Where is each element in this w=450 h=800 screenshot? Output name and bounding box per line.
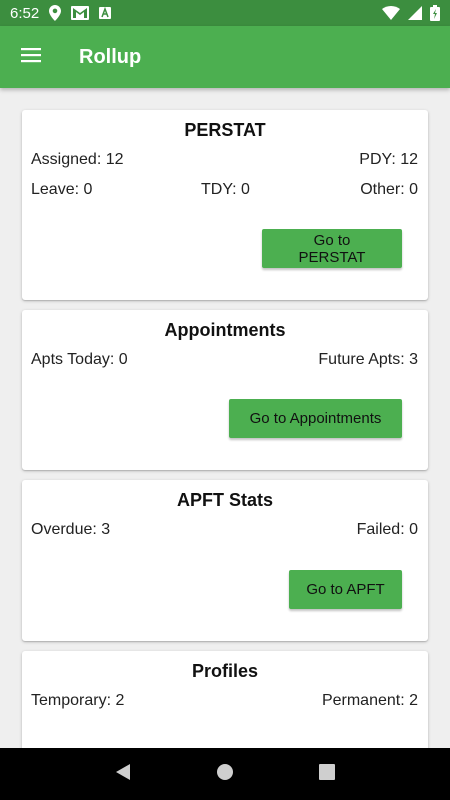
tdy-count: TDY: 0 [201,181,250,198]
recents-icon [319,763,335,785]
perstat-row-1: Assigned: 12 PDY: 12 [31,151,418,169]
apft-title: APFT Stats [176,490,273,510]
app-title: Rollup [79,45,142,68]
overdue-count: Overdue: 3 [31,521,111,538]
rollup-content[interactable]: PERSTAT Assigned: 12 PDY: 12 Leave: 0 TD… [0,88,450,748]
profiles-title: Profiles [191,661,259,681]
go-to-apft-button[interactable]: Go to APFT [289,570,402,609]
back-button[interactable] [99,750,147,798]
app-notification-icon [99,7,112,19]
location-icon [49,5,62,21]
menu-icon [21,47,41,68]
profiles-card: Profiles Temporary: 2 Permanent: 2 [22,651,428,748]
appointments-row: Apts Today: 0 Future Apts: 3 [31,351,418,369]
perstat-row-2: Leave: 0 TDY: 0 Other: 0 [31,181,418,199]
appointments-card: Appointments Apts Today: 0 Future Apts: … [22,310,428,470]
perstat-title: PERSTAT [184,120,266,140]
go-to-perstat-button[interactable]: Go to PERSTAT [262,229,402,268]
appointments-title: Appointments [164,320,286,340]
status-time: 6:52 [10,4,40,22]
future-apts-count: Future Apts: 3 [318,351,418,368]
profiles-row: Temporary: 2 Permanent: 2 [31,692,418,710]
leave-count: Leave: 0 [31,181,93,198]
signal-icon [408,6,422,20]
system-nav-bar [0,748,450,800]
home-icon [216,763,234,786]
apft-row: Overdue: 3 Failed: 0 [31,521,418,539]
back-icon [114,763,132,786]
apts-today-count: Apts Today: 0 [31,351,128,368]
pdy-count: PDY: 12 [359,151,418,168]
wifi-icon [382,6,400,20]
apft-card: APFT Stats Overdue: 3 Failed: 0 Go to AP… [22,480,428,641]
assigned-count: Assigned: 12 [31,151,124,168]
battery-icon [430,5,440,21]
perstat-card: PERSTAT Assigned: 12 PDY: 12 Leave: 0 TD… [22,110,428,300]
recents-button[interactable] [303,750,351,798]
gmail-icon [71,6,90,20]
temporary-count: Temporary: 2 [31,692,125,709]
status-bar: 6:52 [0,0,450,26]
menu-button[interactable] [0,26,62,88]
go-to-appointments-button[interactable]: Go to Appointments [229,399,402,438]
app-bar: Rollup [0,26,450,88]
home-button[interactable] [201,750,249,798]
failed-count: Failed: 0 [356,521,418,538]
permanent-count: Permanent: 2 [321,692,418,709]
other-count: Other: 0 [360,181,418,198]
